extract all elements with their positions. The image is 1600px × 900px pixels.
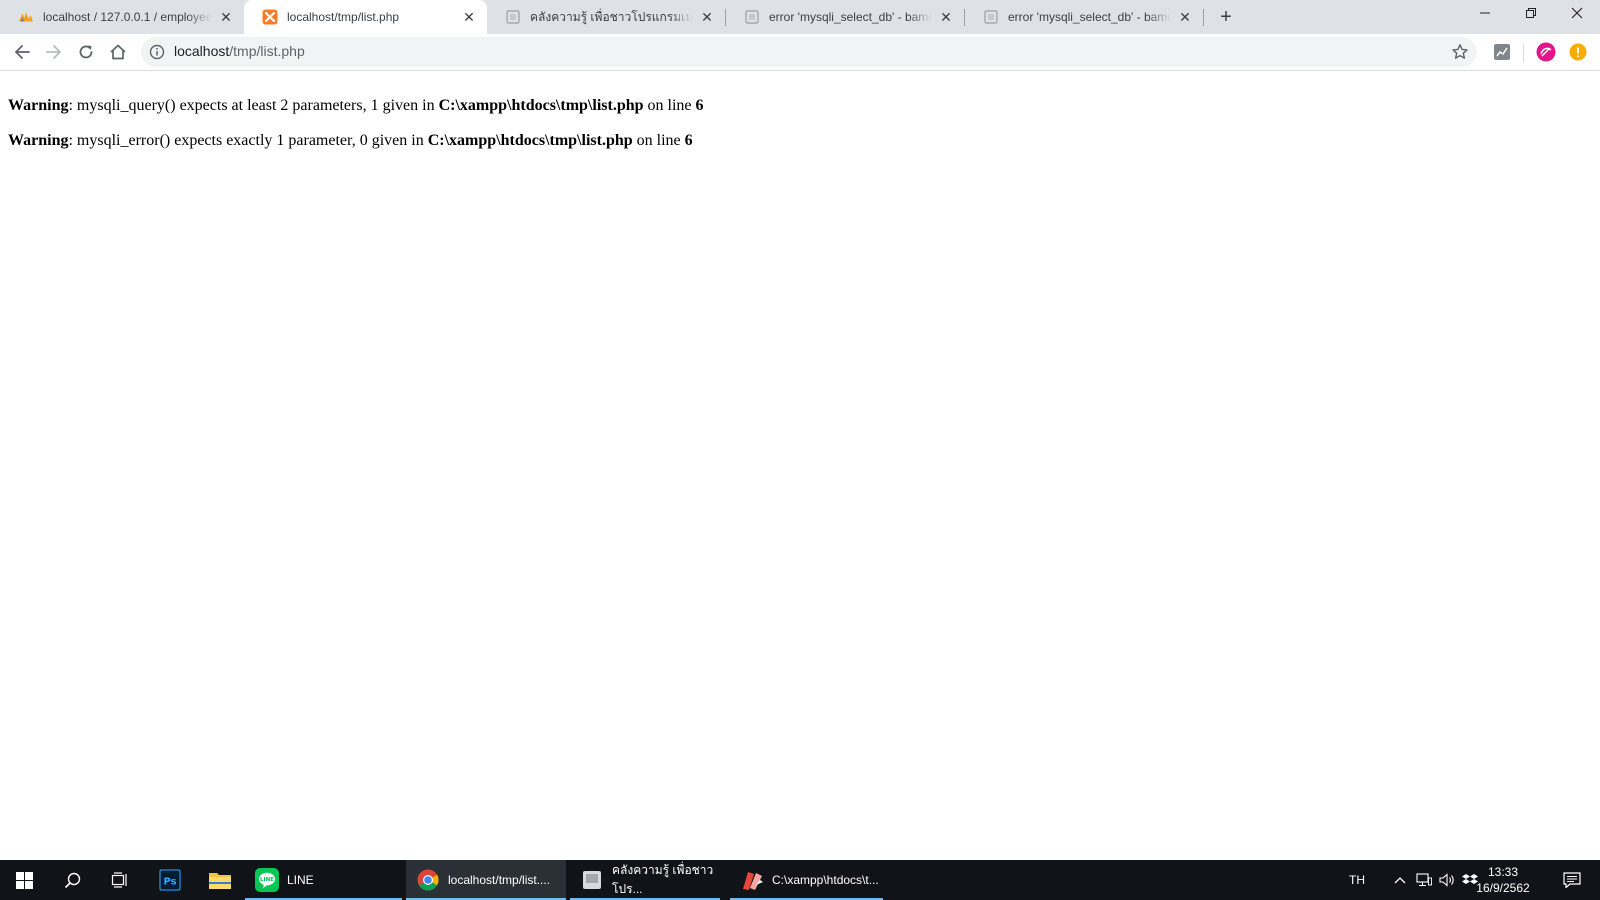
home-icon bbox=[110, 44, 126, 60]
taskbar-app-label: คลังความรู้ เพื่อชาวโปร... bbox=[612, 863, 714, 896]
file-explorer-button[interactable] bbox=[196, 860, 244, 900]
tab-separator bbox=[1203, 9, 1204, 26]
home-button[interactable] bbox=[104, 38, 132, 66]
new-tab-button[interactable]: + bbox=[1214, 5, 1238, 29]
tab-error-1[interactable]: error 'mysqli_select_db' - bamoss ✕ bbox=[726, 0, 964, 34]
clock-time: 13:33 bbox=[1487, 865, 1519, 879]
minimize-icon bbox=[1480, 12, 1490, 14]
line-icon: LINE bbox=[255, 868, 279, 892]
taskbar-app-label: LINE bbox=[287, 873, 314, 887]
toolbar-separator bbox=[1523, 44, 1524, 62]
warning-message: : mysqli_query() expects at least 2 para… bbox=[68, 97, 439, 114]
tab-label: localhost/tmp/list.php bbox=[287, 10, 400, 24]
photoshop-button[interactable]: Ps bbox=[146, 860, 194, 900]
editor-icon bbox=[740, 868, 764, 892]
restore-icon bbox=[1526, 8, 1536, 18]
close-icon[interactable]: ✕ bbox=[461, 9, 477, 25]
network-icon bbox=[1416, 873, 1432, 886]
chrome-icon bbox=[416, 868, 440, 892]
tab-label: error 'mysqli_select_db' - bamoss bbox=[769, 10, 932, 24]
warning-line-number: 6 bbox=[695, 97, 704, 114]
page-icon bbox=[744, 9, 760, 25]
network-button[interactable] bbox=[1412, 860, 1436, 900]
close-icon[interactable]: ✕ bbox=[699, 9, 715, 25]
close-icon bbox=[1571, 7, 1583, 19]
warning-file: C:\xampp\htdocs\tmp\list.php bbox=[438, 97, 644, 114]
forward-arrow-icon bbox=[46, 45, 61, 59]
folder-icon bbox=[209, 873, 231, 889]
forward-button[interactable] bbox=[40, 38, 68, 66]
extension-warning-icon[interactable] bbox=[1569, 43, 1587, 61]
php-warning: Warning: mysqli_query() expects at least… bbox=[8, 96, 1588, 116]
back-arrow-icon bbox=[15, 45, 30, 59]
reload-icon bbox=[79, 45, 93, 59]
warning-label: Warning bbox=[8, 132, 69, 149]
action-center-button[interactable] bbox=[1556, 860, 1588, 900]
php-warning: Warning: mysqli_error() expects exactly … bbox=[8, 131, 1588, 151]
restore-button[interactable] bbox=[1508, 0, 1554, 30]
warning-label: Warning bbox=[8, 97, 69, 114]
search-button[interactable] bbox=[48, 860, 96, 900]
address-bar[interactable]: localhost/tmp/list.php bbox=[141, 37, 1477, 67]
clock-date: 16/9/2562 bbox=[1476, 881, 1530, 895]
svg-text:LINE: LINE bbox=[260, 877, 274, 883]
tab-phpmyadmin[interactable]: localhost / 127.0.0.1 / employee / ✕ bbox=[0, 0, 244, 34]
photoshop-icon: Ps bbox=[159, 869, 181, 891]
taskbar-app-label: localhost/tmp/list.... bbox=[448, 873, 551, 887]
close-icon[interactable]: ✕ bbox=[938, 9, 954, 25]
document-icon bbox=[580, 868, 604, 892]
volume-button[interactable] bbox=[1436, 860, 1460, 900]
taskbar-app-label: C:\xampp\htdocs\t... bbox=[772, 873, 879, 887]
warning-on-line: on line bbox=[643, 97, 696, 114]
windows-logo-icon bbox=[15, 871, 33, 889]
windows-taskbar: Ps LINE LINE localhost/tmp/list.... คลัง… bbox=[0, 860, 1600, 900]
url-path: /tmp/list.php bbox=[229, 43, 305, 59]
close-icon[interactable]: ✕ bbox=[218, 9, 234, 25]
tab-label: คลังความรู้ เพื่อชาวโปรแกรมเมอร์มือใหม่ bbox=[530, 9, 693, 24]
warning-message: : mysqli_error() expects exactly 1 param… bbox=[68, 132, 428, 149]
reload-button[interactable] bbox=[72, 38, 100, 66]
taskbar-clock[interactable]: 13:33 16/9/2562 bbox=[1468, 864, 1538, 896]
tab-thaicreate[interactable]: คลังความรู้ เพื่อชาวโปรแกรมเมอร์มือใหม่ … bbox=[487, 0, 725, 34]
xampp-icon bbox=[262, 9, 278, 25]
warning-on-line: on line bbox=[632, 132, 685, 149]
svg-text:Ps: Ps bbox=[163, 877, 176, 888]
tab-strip: localhost / 127.0.0.1 / employee / ✕ loc… bbox=[0, 0, 1600, 34]
tab-label: error 'mysqli_select_db' - bamoss bbox=[1008, 10, 1171, 24]
show-hidden-icons-button[interactable] bbox=[1388, 860, 1412, 900]
tab-error-2[interactable]: error 'mysqli_select_db' - bamoss ✕ bbox=[965, 0, 1203, 34]
info-icon[interactable] bbox=[149, 44, 165, 60]
start-button[interactable] bbox=[0, 860, 48, 900]
search-icon bbox=[64, 872, 80, 888]
page-icon bbox=[983, 9, 999, 25]
taskbar-app-chrome[interactable]: localhost/tmp/list.... bbox=[406, 860, 566, 900]
page-content: Warning: mysqli_query() expects at least… bbox=[8, 86, 1588, 166]
taskbar-app-document[interactable]: คลังความรู้ เพื่อชาวโปร... bbox=[570, 860, 720, 900]
extension-pink-icon[interactable] bbox=[1536, 42, 1556, 62]
bookmark-star-icon[interactable] bbox=[1451, 43, 1469, 61]
warning-file: C:\xampp\htdocs\tmp\list.php bbox=[427, 132, 633, 149]
url-host: localhost bbox=[174, 43, 230, 59]
page-icon bbox=[505, 9, 521, 25]
chevron-up-icon bbox=[1394, 877, 1406, 884]
language-indicator[interactable]: TH bbox=[1340, 860, 1374, 900]
browser-toolbar: localhost/tmp/list.php bbox=[0, 34, 1600, 71]
extension-chart-icon[interactable] bbox=[1493, 43, 1511, 61]
taskbar-app-editor[interactable]: C:\xampp\htdocs\t... bbox=[730, 860, 883, 900]
close-window-button[interactable] bbox=[1554, 0, 1600, 30]
speaker-icon bbox=[1439, 873, 1454, 887]
notification-icon bbox=[1563, 872, 1581, 888]
taskbar-app-line[interactable]: LINE LINE bbox=[245, 860, 402, 900]
back-button[interactable] bbox=[8, 38, 36, 66]
tab-label: localhost / 127.0.0.1 / employee / bbox=[43, 10, 212, 24]
minimize-button[interactable] bbox=[1462, 0, 1508, 30]
close-icon[interactable]: ✕ bbox=[1177, 9, 1193, 25]
task-view-button[interactable] bbox=[96, 860, 144, 900]
phpmyadmin-icon bbox=[18, 9, 34, 25]
warning-line-number: 6 bbox=[684, 132, 693, 149]
url-text: localhost/tmp/list.php bbox=[174, 43, 305, 59]
tab-list-php[interactable]: localhost/tmp/list.php ✕ bbox=[244, 0, 487, 34]
task-view-icon bbox=[111, 872, 127, 888]
